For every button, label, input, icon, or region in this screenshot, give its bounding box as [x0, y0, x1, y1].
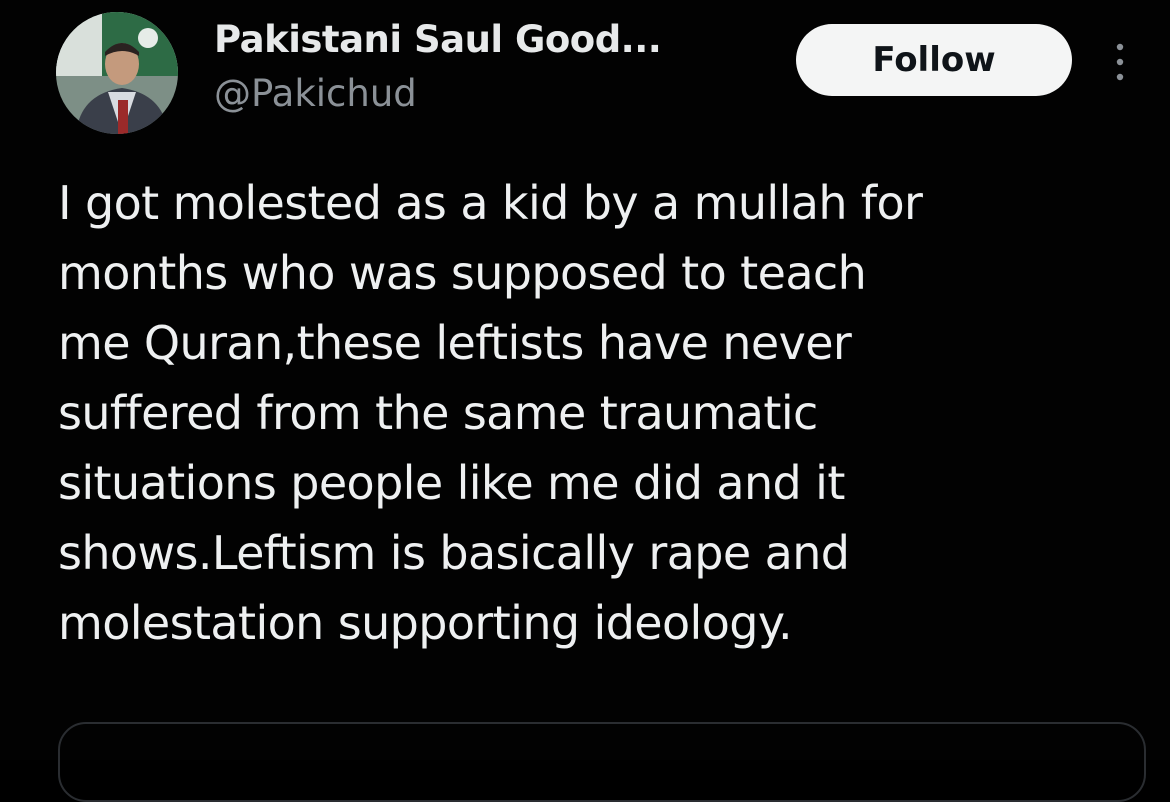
tweet-card: Pakistani Saul Good... @Pakichud Follow … — [0, 0, 1170, 802]
tweet-text-line: shows.Leftism is basically rape and — [58, 526, 850, 580]
tweet-text-line: me Quran,these leftists have never — [58, 316, 852, 370]
tweet-text-line: I got molested as a kid by a mullah for — [58, 176, 923, 230]
more-vertical-icon[interactable] — [1108, 40, 1132, 84]
author-handle[interactable]: @Pakichud — [214, 72, 417, 115]
profile-photo-icon — [56, 12, 178, 134]
tweet-text-line: molestation supporting ideology. — [58, 596, 793, 650]
tweet-text-line: months who was supposed to teach — [58, 246, 867, 300]
tweet-text: I got molested as a kid by a mullah for … — [58, 168, 1143, 658]
avatar[interactable] — [56, 12, 178, 134]
quoted-tweet-card[interactable] — [58, 722, 1146, 802]
follow-button[interactable]: Follow — [796, 24, 1072, 96]
tweet-text-line: situations people like me did and it — [58, 456, 845, 510]
author-display-name[interactable]: Pakistani Saul Good... — [214, 18, 662, 61]
tweet-text-line: suffered from the same traumatic — [58, 386, 818, 440]
